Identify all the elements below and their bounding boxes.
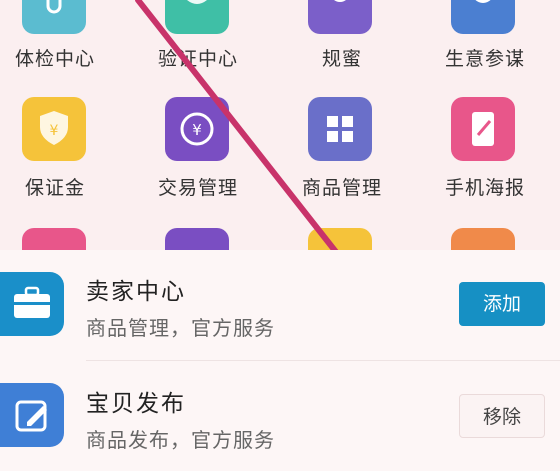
- rules-icon: 规: [308, 0, 372, 34]
- compass-icon: [451, 0, 515, 34]
- app-label: 手机海报: [444, 177, 525, 199]
- app-label: 商品管理: [301, 177, 382, 199]
- service-list-sheet: 卖家中心 商品管理，官方服务 添加 宝贝发布 商品发布，官方服务 移除: [0, 250, 560, 471]
- partial-app-icon[interactable]: [308, 228, 372, 250]
- app-label: 体检中心: [14, 48, 95, 70]
- partial-app-icon[interactable]: [22, 228, 86, 250]
- svg-text:¥: ¥: [192, 121, 202, 139]
- app-label: 交易管理: [157, 177, 238, 199]
- partial-app-icon[interactable]: [165, 228, 229, 250]
- app-label: 生意参谋: [444, 48, 525, 70]
- edit-icon: [0, 383, 64, 447]
- health-check-icon: [22, 0, 86, 34]
- app-label: 验证中心: [157, 48, 238, 70]
- svg-text:¥: ¥: [50, 123, 59, 139]
- app-label: 保证金: [24, 177, 85, 199]
- add-button[interactable]: 添加: [459, 282, 545, 326]
- app-grid: 体检中心 验证中心 规 规蜜 生意参谋 ¥ 保证金 ¥ 交易管理 商品管理: [0, 0, 560, 250]
- yuan-exchange-icon: ¥: [165, 97, 229, 161]
- divider: [86, 360, 560, 361]
- partial-app-icon[interactable]: [451, 228, 515, 250]
- shield-verify-icon: [165, 0, 229, 34]
- list-item-subtitle: 商品发布，官方服务: [86, 428, 275, 452]
- list-item-title: 卖家中心: [86, 279, 186, 305]
- list-item-subtitle: 商品管理，官方服务: [86, 316, 275, 340]
- briefcase-icon: [0, 272, 64, 336]
- app-label: 规蜜: [321, 48, 362, 70]
- grid-box-icon: [308, 97, 372, 161]
- phone-poster-icon: [451, 97, 515, 161]
- deposit-shield-icon: ¥: [22, 97, 86, 161]
- remove-button[interactable]: 移除: [459, 394, 545, 438]
- list-item-title: 宝贝发布: [86, 391, 186, 417]
